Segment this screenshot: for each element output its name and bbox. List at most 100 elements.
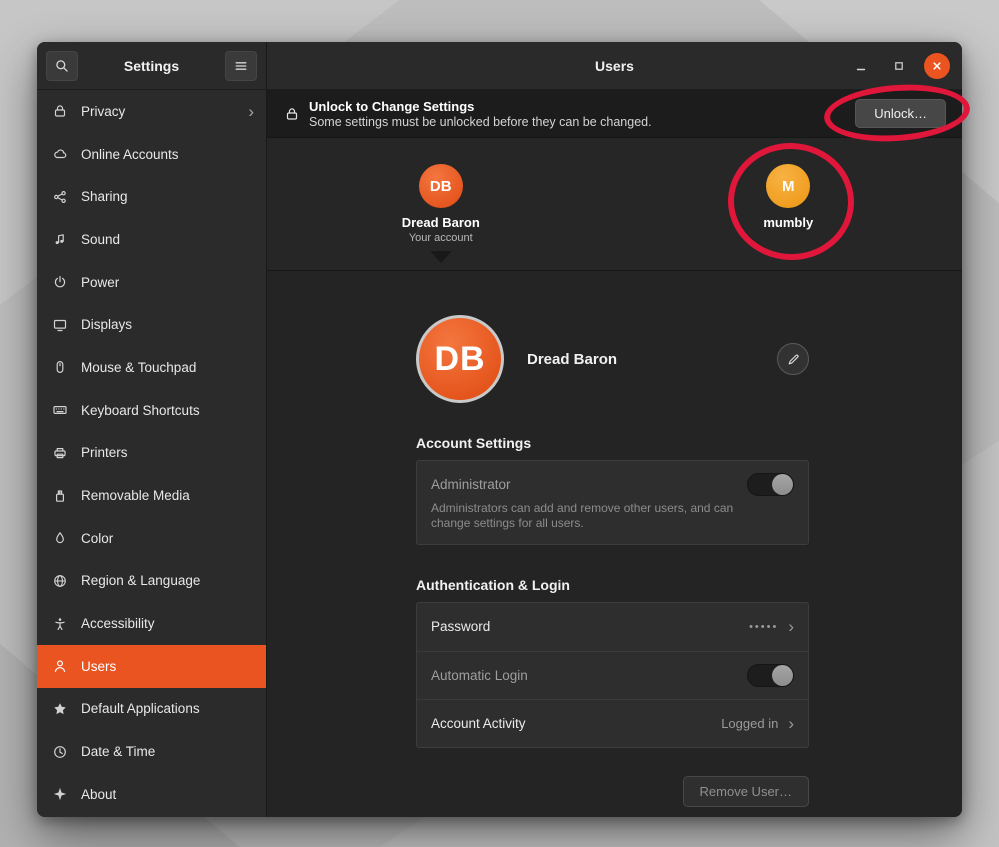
toggle-knob [772,474,793,495]
user-card-mumbly[interactable]: M mumbly [615,138,963,270]
maximize-icon [891,58,907,74]
account-activity-row[interactable]: Account Activity Logged in › [417,699,808,747]
sidebar-item-label: Online Accounts [81,147,179,162]
sidebar-item-label: Accessibility [81,616,155,631]
unlock-button[interactable]: Unlock… [855,99,946,128]
share-icon [52,189,68,205]
profile-name: Dread Baron [527,351,617,368]
account-activity-value-wrap: Logged in › [721,715,794,732]
toggle-knob [772,665,793,686]
administrator-description: Administrators can add and remove other … [431,501,763,532]
unlock-banner: Unlock to Change Settings Some settings … [267,90,962,138]
chevron-right-icon: › [248,103,254,120]
sidebar-item-mouse-touchpad[interactable]: Mouse & Touchpad [37,346,266,389]
minimize-button[interactable] [848,53,874,79]
password-dots: ••••• [749,621,778,633]
search-icon [54,58,70,74]
sidebar-item-accessibility[interactable]: Accessibility [37,602,266,645]
sidebar-item-sharing[interactable]: Sharing [37,175,266,218]
sidebar-item-label: Keyboard Shortcuts [81,403,200,418]
automatic-login-toggle[interactable] [747,664,794,687]
account-settings-heading: Account Settings [416,435,809,451]
sidebar-item-color[interactable]: Color [37,517,266,560]
sidebar-item-displays[interactable]: Displays [37,303,266,346]
sidebar-item-privacy[interactable]: Privacy › [37,90,266,133]
remove-user-button[interactable]: Remove User… [683,776,809,807]
sidebar-item-label: Default Applications [81,701,200,716]
maximize-button[interactable] [886,53,912,79]
sidebar-item-users[interactable]: Users [37,645,266,688]
sparkle-icon [52,786,68,802]
close-button[interactable] [924,53,950,79]
printer-icon [52,445,68,461]
settings-window: Settings Privacy › Online Accounts Shari… [37,42,962,817]
profile-row: DB Dread Baron [416,315,809,403]
unlock-banner-title: Unlock to Change Settings [309,99,652,114]
sidebar-item-label: Color [81,531,113,546]
music-note-icon [52,231,68,247]
sidebar-item-label: Sharing [81,189,128,204]
sidebar-item-region-language[interactable]: Region & Language [37,560,266,603]
unlock-banner-subtitle: Some settings must be unlocked before th… [309,115,652,129]
monitor-icon [52,317,68,333]
sidebar-item-label: Removable Media [81,488,190,503]
usb-drive-icon [52,488,68,504]
sidebar-item-label: Sound [81,232,120,247]
sidebar-item-date-time[interactable]: Date & Time [37,730,266,773]
lock-icon [52,103,68,119]
sidebar-headerbar: Settings [37,42,266,90]
user-name: Dread Baron [402,215,480,230]
lock-icon [284,106,300,122]
sidebar-item-keyboard-shortcuts[interactable]: Keyboard Shortcuts [37,389,266,432]
star-icon [52,701,68,717]
auth-login-card: Password ••••• › Automatic Login Acco [416,602,809,748]
sidebar-item-label: Displays [81,317,132,332]
droplet-icon [52,530,68,546]
clock-icon [52,744,68,760]
edit-name-button[interactable] [777,343,809,375]
sidebar-item-online-accounts[interactable]: Online Accounts [37,133,266,176]
automatic-login-label: Automatic Login [431,668,528,683]
sidebar-item-label: Mouse & Touchpad [81,360,196,375]
cloud-icon [52,146,68,162]
window-controls [848,42,950,89]
accessibility-icon [52,616,68,632]
sidebar-item-default-applications[interactable]: Default Applications [37,688,266,731]
hamburger-icon [233,58,249,74]
search-button[interactable] [46,51,78,81]
mouse-icon [52,359,68,375]
user-name: mumbly [763,215,813,230]
administrator-label: Administrator [431,477,511,492]
sidebar-list: Privacy › Online Accounts Sharing Sound … [37,90,266,817]
avatar: M [766,164,810,208]
unlock-banner-text: Unlock to Change Settings Some settings … [309,99,652,129]
administrator-toggle[interactable] [747,473,794,496]
remove-user-row: Remove User… [416,776,809,807]
user-detail-pane: DB Dread Baron Account Settings Administ… [267,271,962,817]
chevron-right-icon: › [788,618,794,635]
avatar: DB [419,164,463,208]
password-row[interactable]: Password ••••• › [417,603,808,651]
auth-login-heading: Authentication & Login [416,577,809,593]
sidebar-item-about[interactable]: About [37,773,266,816]
sidebar-item-label: Date & Time [81,744,155,759]
administrator-card: Administrator Administrators can add and… [416,460,809,545]
account-activity-label: Account Activity [431,716,526,731]
sidebar-item-label: Printers [81,445,128,460]
account-activity-value: Logged in [721,716,778,731]
password-label: Password [431,619,490,634]
sidebar-item-printers[interactable]: Printers [37,432,266,475]
menu-button[interactable] [225,51,257,81]
sidebar-item-label: About [81,787,116,802]
sidebar-item-sound[interactable]: Sound [37,218,266,261]
sidebar-item-removable-media[interactable]: Removable Media [37,474,266,517]
user-detail-content: DB Dread Baron Account Settings Administ… [416,315,809,807]
sidebar-title: Settings [78,58,225,74]
administrator-row: Administrator [431,473,794,496]
password-value-wrap: ••••• › [749,618,794,635]
automatic-login-row: Automatic Login [417,651,808,699]
sidebar-item-power[interactable]: Power [37,261,266,304]
profile-avatar: DB [416,315,504,403]
chevron-right-icon: › [788,715,794,732]
sidebar-item-label: Region & Language [81,573,200,588]
